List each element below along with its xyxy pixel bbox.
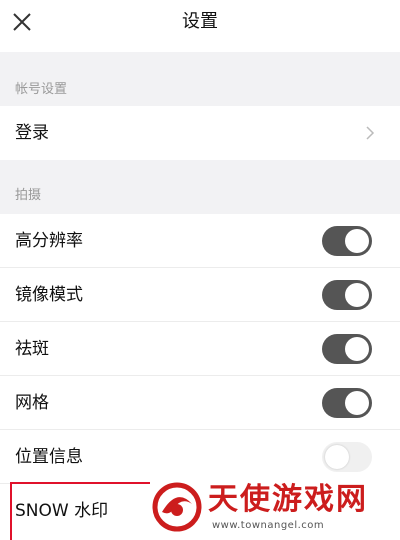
mirror-mode-toggle[interactable]: [322, 280, 372, 310]
page-title: 设置: [182, 11, 218, 32]
site-watermark: 天使游戏网 www.townangel.com: [150, 478, 400, 540]
section-header-account: 帐号设置: [0, 72, 400, 108]
setting-row-blemish-removal[interactable]: 祛斑: [0, 322, 400, 376]
setting-label: 网格: [15, 393, 49, 413]
toggle-knob: [325, 445, 349, 469]
highlight-box: [10, 482, 152, 540]
site-logo-icon: [152, 482, 202, 532]
setting-row-location-info[interactable]: 位置信息: [0, 430, 400, 484]
setting-row-mirror-mode[interactable]: 镜像模式: [0, 268, 400, 322]
section-title: 帐号设置: [15, 82, 68, 97]
watermark-url: www.townangel.com: [212, 520, 325, 531]
watermark-text: 天使游戏网: [208, 482, 368, 517]
location-info-toggle[interactable]: [322, 442, 372, 472]
section-title: 拍摄: [15, 188, 42, 203]
header: 设置: [0, 0, 400, 52]
toggle-knob: [345, 391, 369, 415]
toggle-knob: [345, 283, 369, 307]
login-label: 登录: [15, 123, 49, 143]
chevron-right-icon: [366, 126, 375, 140]
high-resolution-toggle[interactable]: [322, 226, 372, 256]
setting-row-grid[interactable]: 网格: [0, 376, 400, 430]
blemish-removal-toggle[interactable]: [322, 334, 372, 364]
setting-label: 镜像模式: [15, 285, 83, 305]
setting-label: 位置信息: [15, 447, 83, 467]
setting-row-high-resolution[interactable]: 高分辨率: [0, 214, 400, 268]
toggle-knob: [345, 337, 369, 361]
setting-label: 祛斑: [15, 339, 49, 359]
grid-toggle[interactable]: [322, 388, 372, 418]
toggle-knob: [345, 229, 369, 253]
login-row[interactable]: 登录: [0, 106, 400, 160]
setting-label: 高分辨率: [15, 231, 83, 251]
section-header-camera: 拍摄: [0, 178, 400, 214]
